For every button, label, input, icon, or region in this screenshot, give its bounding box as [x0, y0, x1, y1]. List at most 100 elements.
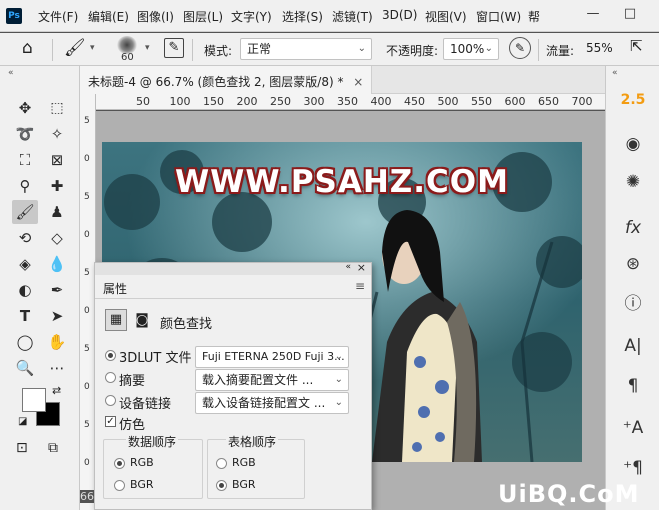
magic-wand-icon[interactable]: ✧: [44, 122, 70, 146]
chevron-down-icon[interactable]: ▾: [145, 43, 150, 53]
frame-tool-icon[interactable]: ⊠: [44, 148, 70, 172]
eraser-icon[interactable]: ◇: [44, 226, 70, 250]
history-brush-icon[interactable]: ⟲: [12, 226, 38, 250]
table-order-rgb-radio[interactable]: [216, 458, 227, 469]
label-device-link: 设备链接: [119, 397, 172, 412]
maximize-button[interactable]: □: [615, 2, 645, 26]
menu-layer[interactable]: 图层(L): [183, 8, 223, 25]
paragraph-icon[interactable]: ¶: [616, 370, 650, 402]
watermark-text: UiBQ.CoM: [498, 480, 640, 508]
menu-filter[interactable]: 滤镜(T): [332, 8, 373, 25]
home-icon[interactable]: ⌂: [22, 38, 33, 58]
menu-edit[interactable]: 编辑(E): [88, 8, 129, 25]
chevron-down-icon: ⌄: [484, 43, 493, 54]
info-icon[interactable]: ⓘ: [616, 288, 650, 320]
collapse-icon[interactable]: «: [8, 68, 14, 78]
brush-tool-icon[interactable]: 🖌: [64, 38, 86, 58]
chevron-down-icon[interactable]: ▾: [90, 43, 95, 53]
data-order-bgr-label: BGR: [130, 478, 154, 491]
ruler-tick-label: 50: [136, 95, 150, 108]
menu-help[interactable]: 帮: [528, 8, 540, 25]
ruler-tick-label: 400: [370, 95, 392, 108]
collapse-icon[interactable]: «: [345, 262, 351, 272]
quick-mask-icon[interactable]: ⊡: [16, 440, 28, 456]
lut-file-dropdown[interactable]: Fuji ETERNA 250D Fuji 3... ⌄: [195, 346, 349, 368]
flow-field[interactable]: 55%: [580, 38, 624, 60]
menu-image[interactable]: 图像(I): [137, 8, 174, 25]
panel-value[interactable]: 2.5: [614, 92, 652, 108]
pen-tool-icon[interactable]: ✒: [44, 278, 70, 302]
eyedropper-icon[interactable]: ⚲: [12, 174, 38, 198]
glyphs-icon[interactable]: ⁺A: [616, 412, 650, 444]
character-icon[interactable]: A|: [616, 330, 650, 362]
dodge-tool-icon[interactable]: ◐: [12, 278, 38, 302]
marquee-tool-icon[interactable]: ⬚: [44, 96, 70, 120]
path-select-icon[interactable]: ➤: [44, 304, 70, 328]
data-order-rgb-radio[interactable]: [114, 458, 125, 469]
zoom-readout[interactable]: 66: [80, 490, 94, 503]
panel-menu-icon[interactable]: ≡: [355, 279, 365, 293]
export-icon[interactable]: ⇱: [630, 37, 643, 55]
table-order-title: 表格顺序: [226, 433, 279, 450]
table-order-bgr-radio[interactable]: [216, 480, 227, 491]
image-overlay-text: WWW.PSAHZ.COM: [174, 164, 510, 200]
swatches-icon[interactable]: ◉: [616, 128, 650, 160]
adjustments-icon[interactable]: ✺: [616, 166, 650, 198]
menu-window[interactable]: 窗口(W): [476, 8, 521, 25]
data-order-group: 数据顺序 RGB BGR: [103, 433, 203, 499]
radio-abstract[interactable]: [105, 372, 116, 383]
healing-brush-icon[interactable]: ✚: [44, 174, 70, 198]
brush-settings-icon[interactable]: ✎: [164, 38, 184, 58]
opacity-dropdown[interactable]: 100% ⌄: [443, 38, 499, 60]
lasso-tool-icon[interactable]: ➰: [12, 122, 38, 146]
ruler-tick-label: 350: [337, 95, 358, 108]
radio-device-link[interactable]: [105, 395, 116, 406]
panel-titlebar[interactable]: « ×: [95, 261, 371, 275]
dither-checkbox[interactable]: ✓: [105, 416, 116, 427]
radio-3dlut[interactable]: [105, 350, 116, 361]
crop-tool-icon[interactable]: ⛶: [12, 148, 38, 172]
styles-icon[interactable]: fx: [616, 212, 650, 244]
menu-select[interactable]: 选择(S): [282, 8, 323, 25]
paint-bucket-icon[interactable]: ◈: [12, 252, 38, 276]
hand-tool-icon[interactable]: ✋: [44, 330, 70, 354]
menu-file[interactable]: 文件(F): [38, 8, 78, 25]
label-3dlut: 3DLUT 文件: [119, 351, 192, 366]
mask-icon[interactable]: ◙: [131, 309, 153, 331]
foreground-color-swatch[interactable]: [22, 388, 46, 412]
menu-view[interactable]: 视图(V): [425, 8, 467, 25]
brush-tool-icon[interactable]: 🖌: [12, 200, 38, 224]
blur-tool-icon[interactable]: 💧: [44, 252, 70, 276]
menu-type[interactable]: 文字(Y): [231, 8, 272, 25]
collapse-icon[interactable]: «: [612, 68, 618, 78]
table-order-group: 表格顺序 RGB BGR: [207, 433, 305, 499]
ruler-tick-label: 300: [303, 95, 325, 108]
pressure-opacity-icon[interactable]: ✎: [509, 37, 531, 59]
screen-mode-icon[interactable]: ⧉: [48, 440, 58, 456]
stamp-tool-icon[interactable]: ♟: [44, 200, 70, 224]
ruler-tick-label: 0: [84, 382, 90, 392]
swap-colors-icon[interactable]: ⇄: [52, 384, 61, 397]
close-icon[interactable]: ×: [353, 75, 363, 89]
device-link-dropdown[interactable]: 载入设备链接配置文 ... ⌄: [195, 392, 349, 414]
tab-properties[interactable]: 属性: [103, 280, 127, 297]
minimize-button[interactable]: —: [578, 2, 608, 26]
channels-icon[interactable]: ⊛: [616, 248, 650, 280]
more-tools-icon[interactable]: ⋯: [44, 356, 70, 380]
zoom-tool-icon[interactable]: 🔍: [12, 356, 38, 380]
mode-dropdown[interactable]: 正常 ⌄: [240, 38, 372, 60]
document-tab[interactable]: 未标题-4 @ 66.7% (颜色查找 2, 图层蒙版/8) * ×: [80, 66, 373, 94]
menu-3d[interactable]: 3D(D): [382, 8, 417, 22]
mode-label: 模式:: [204, 44, 233, 58]
ruler-tick-label: 250: [270, 95, 291, 108]
move-tool-icon[interactable]: ✥: [12, 96, 38, 120]
default-colors-icon[interactable]: ◪: [18, 416, 27, 427]
close-icon[interactable]: ×: [357, 261, 366, 274]
ellipse-tool-icon[interactable]: ◯: [12, 330, 38, 354]
flow-label: 流量:: [546, 44, 575, 58]
ruler-tick-label: 5: [84, 420, 90, 430]
abstract-dropdown[interactable]: 载入摘要配置文件 ... ⌄: [195, 369, 349, 391]
adjustment-grid-icon[interactable]: ▦: [105, 309, 127, 331]
type-tool-icon[interactable]: T: [12, 304, 38, 328]
data-order-bgr-radio[interactable]: [114, 480, 125, 491]
